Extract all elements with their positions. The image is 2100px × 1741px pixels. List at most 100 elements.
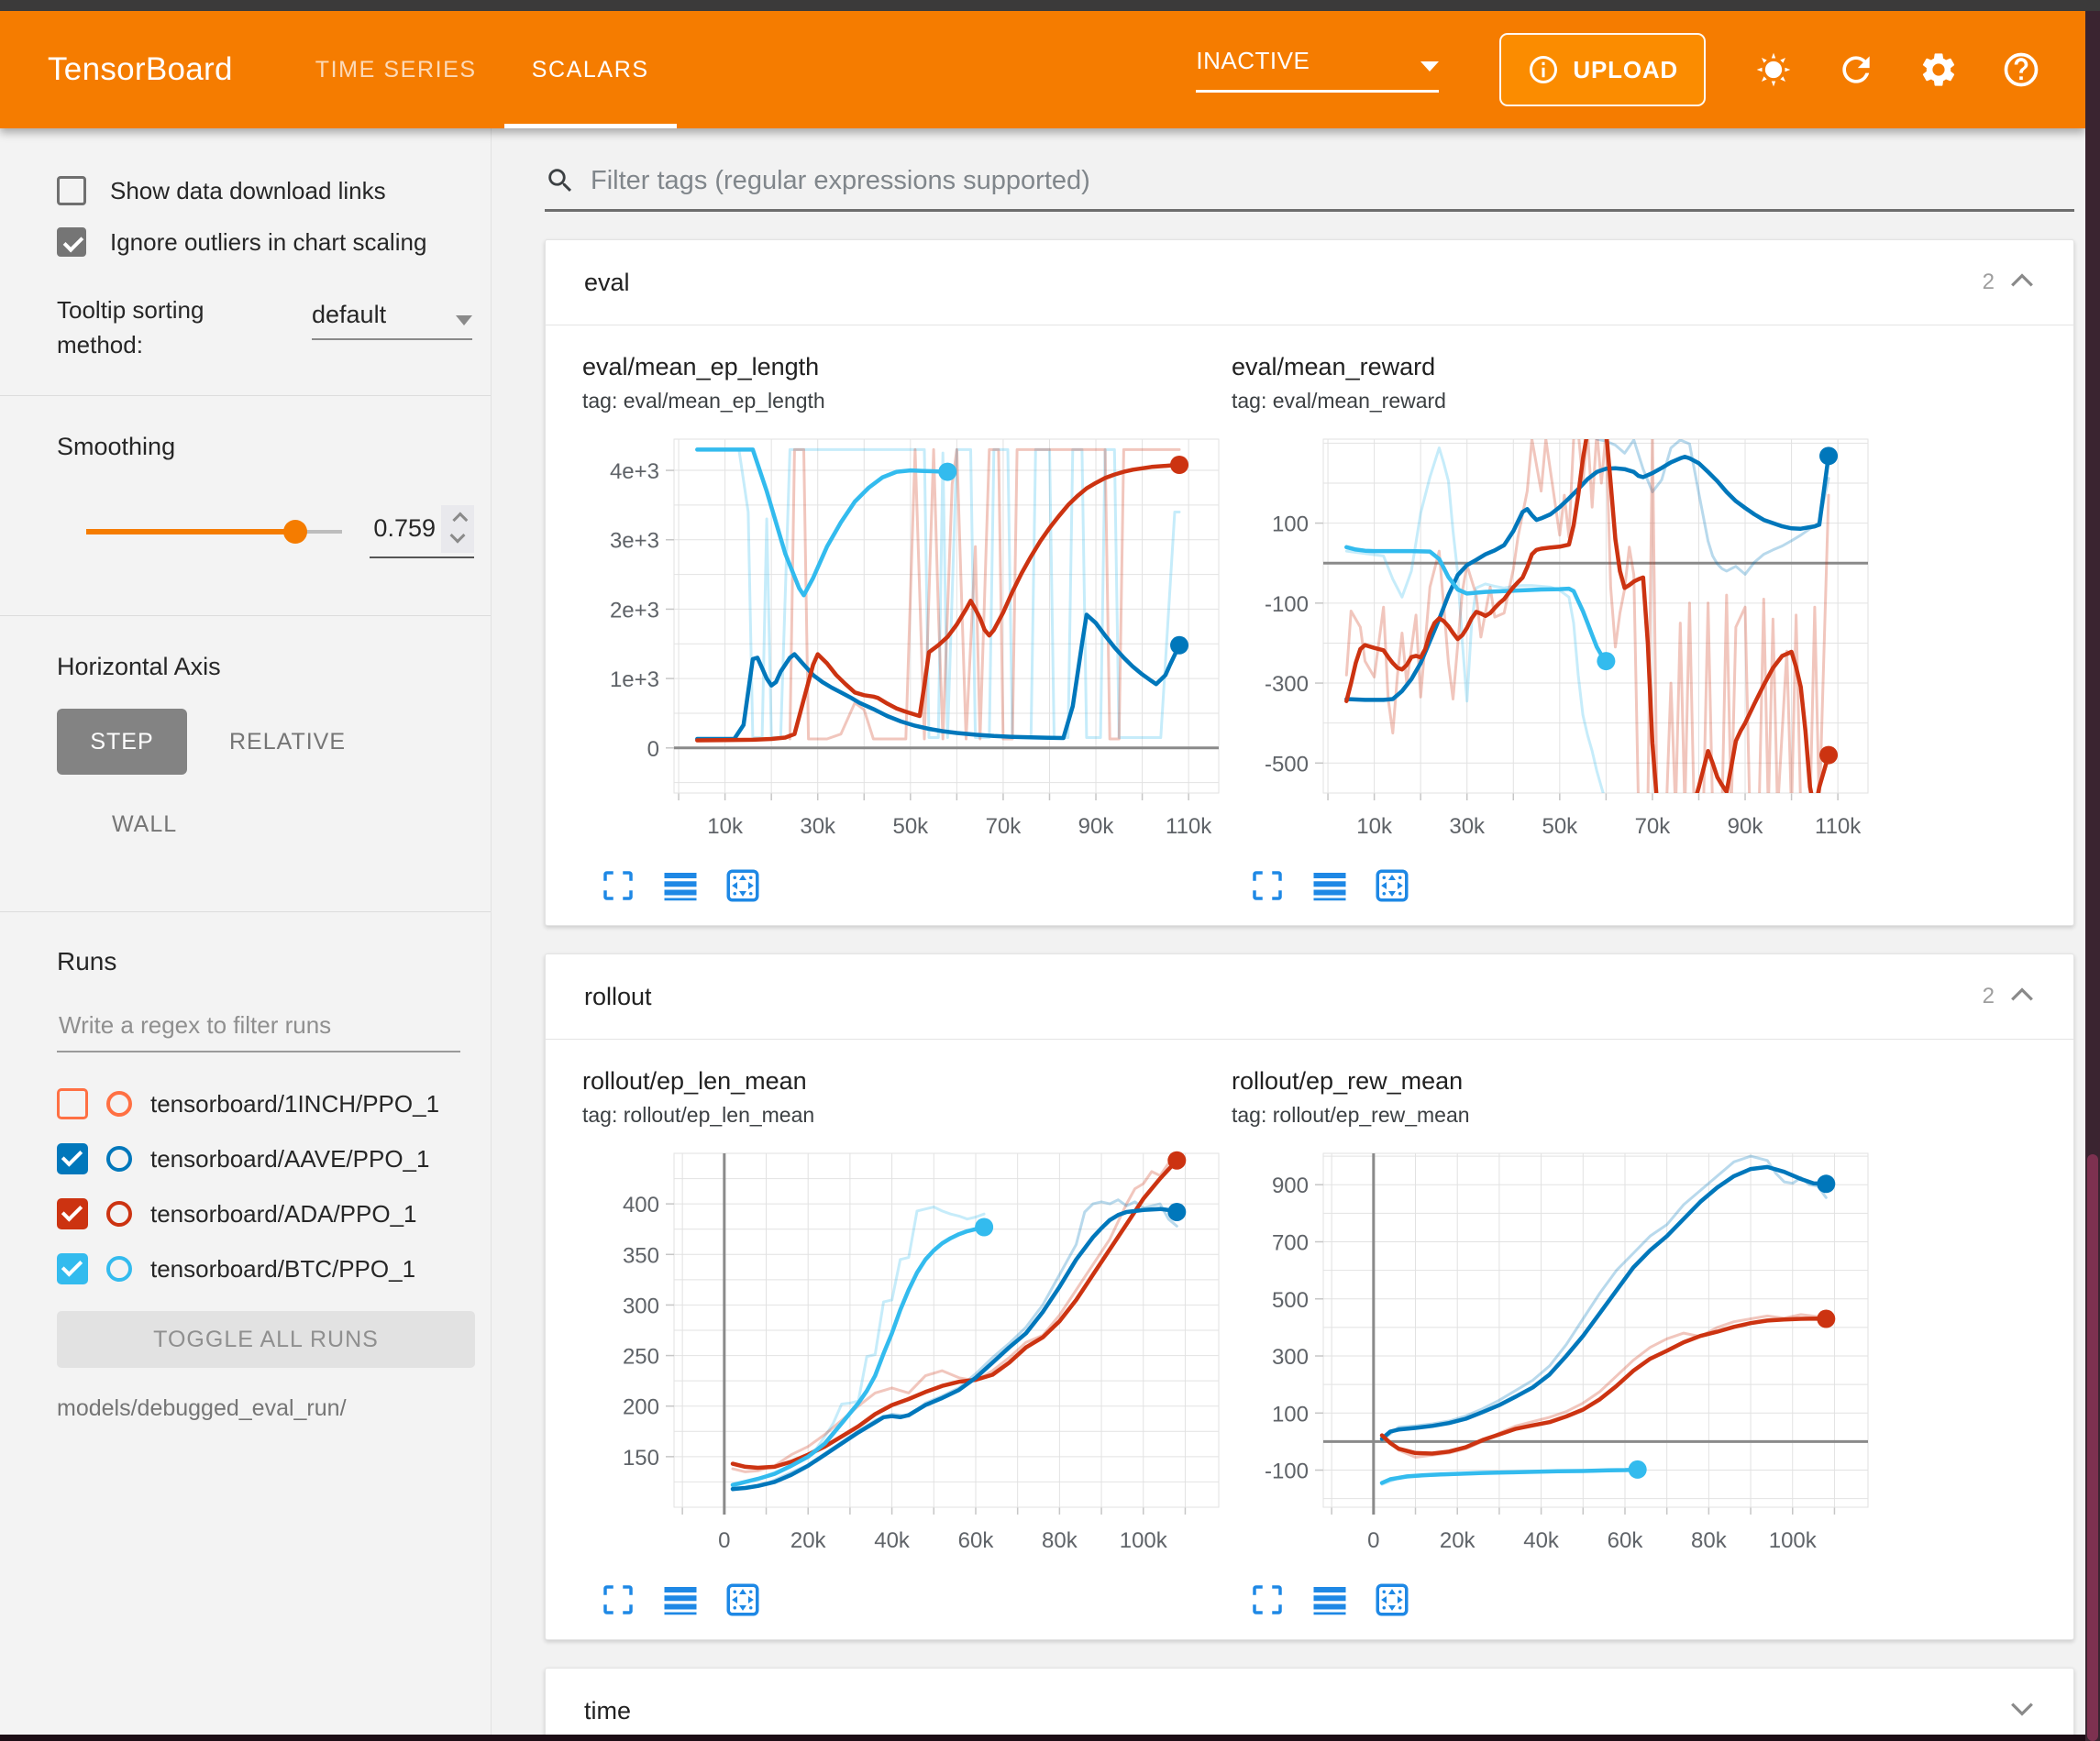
chart-title: eval/mean_reward <box>1232 353 1881 381</box>
smoothing-row: 0.759 <box>57 505 474 582</box>
chart-plot-rollout-ep-len-mean[interactable]: 150200250300350400020k40k60k80k100k <box>582 1140 1224 1575</box>
settings-icon[interactable] <box>1918 50 1959 90</box>
svg-text:-500: -500 <box>1265 752 1309 777</box>
fullscreen-icon[interactable] <box>1248 1581 1287 1619</box>
svg-text:110k: 110k <box>1166 814 1212 839</box>
section-count-badge: 2 <box>1983 270 1995 295</box>
smoothing-value-field[interactable]: 0.759 <box>370 505 474 558</box>
brightness-icon[interactable] <box>1753 50 1794 90</box>
svg-text:20k: 20k <box>1440 1528 1476 1553</box>
toggle-all-runs-button[interactable]: TOGGLE ALL RUNS <box>57 1311 475 1368</box>
svg-text:0: 0 <box>718 1528 730 1553</box>
chart-toolbar <box>1248 1581 1881 1619</box>
chevron-up-icon[interactable] <box>2009 986 2035 1008</box>
chart-toolbar <box>599 866 1232 905</box>
svg-text:500: 500 <box>1272 1288 1309 1313</box>
runs-selector-icon[interactable] <box>1310 1581 1349 1619</box>
tensorboard-window: TensorBoard TIME SERIES SCALARS INACTIVE… <box>0 0 2100 1741</box>
status-dropdown[interactable]: INACTIVE <box>1196 47 1439 93</box>
chart-plot-eval-mean-reward[interactable]: 100-100-300-50010k30k50k70k90k110k <box>1232 426 1873 861</box>
smoothing-slider[interactable] <box>86 520 342 544</box>
run-color-swatch[interactable] <box>106 1146 132 1172</box>
app-bar: TensorBoard TIME SERIES SCALARS INACTIVE… <box>0 11 2085 128</box>
section-header-time[interactable]: time <box>546 1669 2073 1741</box>
runs-selector-icon[interactable] <box>1310 866 1349 905</box>
run-checkbox[interactable] <box>57 1143 88 1174</box>
smoothing-stepper[interactable] <box>441 505 474 553</box>
fullscreen-icon[interactable] <box>599 866 637 905</box>
fit-data-icon[interactable] <box>724 866 762 905</box>
run-row: tensorboard/BTC/PPO_1 <box>57 1241 474 1296</box>
ignore-outliers-checkbox[interactable] <box>57 227 86 257</box>
help-icon[interactable] <box>2001 50 2041 90</box>
svg-text:70k: 70k <box>1635 814 1672 839</box>
svg-text:900: 900 <box>1272 1174 1309 1198</box>
section-title: eval <box>584 269 1983 297</box>
run-color-swatch[interactable] <box>106 1256 132 1282</box>
run-color-swatch[interactable] <box>106 1201 132 1227</box>
tab-time-series[interactable]: TIME SERIES <box>288 11 504 128</box>
scalar-chart-rollout-ep-rew-mean: rollout/ep_rew_meantag: rollout/ep_rew_m… <box>1232 1067 1881 1626</box>
settings-sidebar: Show data download links Ignore outliers… <box>0 128 492 1741</box>
section-charts-row: eval/mean_ep_lengthtag: eval/mean_ep_len… <box>546 325 2073 925</box>
chart-plot-eval-mean-ep-length[interactable]: 01e+32e+33e+34e+310k30k50k70k90k110k <box>582 426 1224 861</box>
tag-filter-input[interactable] <box>591 166 2074 196</box>
fit-data-icon[interactable] <box>1373 866 1411 905</box>
svg-text:100: 100 <box>1272 1402 1309 1427</box>
chevron-down-icon[interactable] <box>2009 1701 2035 1722</box>
upload-button[interactable]: UPLOAD <box>1499 33 1706 106</box>
tag-group-cards: eval2eval/mean_ep_lengthtag: eval/mean_e… <box>545 239 2074 1741</box>
run-checkbox[interactable] <box>57 1198 88 1229</box>
section-count-badge: 2 <box>1983 984 1995 1009</box>
chevron-up-icon[interactable] <box>2009 272 2035 293</box>
svg-text:4e+3: 4e+3 <box>610 459 659 484</box>
runs-selector-icon[interactable] <box>661 1581 700 1619</box>
run-checkbox[interactable] <box>57 1253 88 1284</box>
run-color-swatch[interactable] <box>106 1091 132 1117</box>
svg-text:0: 0 <box>647 737 659 762</box>
window-top-edge <box>0 0 2100 11</box>
tooltip-sorting-value: default <box>312 301 386 329</box>
run-label: tensorboard/BTC/PPO_1 <box>150 1255 415 1284</box>
tab-scalars[interactable]: SCALARS <box>504 11 677 128</box>
section-header-eval[interactable]: eval2 <box>546 240 2073 325</box>
horizontal-axis-label: Horizontal Axis <box>57 653 474 681</box>
chevron-down-icon <box>456 315 472 325</box>
sidebar-divider <box>0 395 491 396</box>
chart-title: rollout/ep_len_mean <box>582 1067 1232 1096</box>
chart-plot-rollout-ep-rew-mean[interactable]: -100100300500700900020k40k60k80k100k <box>1232 1140 1873 1575</box>
svg-text:3e+3: 3e+3 <box>610 529 659 554</box>
fit-data-icon[interactable] <box>1373 1581 1411 1619</box>
scrollbar-thumb[interactable] <box>2087 1154 2098 1741</box>
slider-thumb[interactable] <box>283 520 307 544</box>
page-scrollbar[interactable] <box>2085 11 2100 1741</box>
svg-text:10k: 10k <box>1356 814 1393 839</box>
section-title: time <box>584 1697 2009 1725</box>
run-label: tensorboard/1INCH/PPO_1 <box>150 1090 439 1118</box>
runs-selector-icon[interactable] <box>661 866 700 905</box>
svg-text:20k: 20k <box>790 1528 827 1553</box>
ignore-outliers-row: Ignore outliers in chart scaling <box>57 227 474 257</box>
axis-relative-button[interactable]: RELATIVE <box>229 729 346 755</box>
run-checkbox[interactable] <box>57 1088 88 1119</box>
fit-data-icon[interactable] <box>724 1581 762 1619</box>
svg-text:80k: 80k <box>1691 1528 1728 1553</box>
axis-step-button[interactable]: STEP <box>57 709 187 775</box>
svg-text:100: 100 <box>1272 512 1309 537</box>
svg-text:80k: 80k <box>1042 1528 1078 1553</box>
runs-filter-input[interactable] <box>57 1008 460 1052</box>
scalar-chart-eval-mean-reward: eval/mean_rewardtag: eval/mean_reward100… <box>1232 353 1881 912</box>
sidebar-divider <box>0 911 491 912</box>
show-download-links-checkbox[interactable] <box>57 176 86 205</box>
tag-filter-bar <box>545 165 2074 212</box>
svg-text:350: 350 <box>623 1243 659 1268</box>
refresh-icon[interactable] <box>1836 50 1876 90</box>
section-header-rollout[interactable]: rollout2 <box>546 954 2073 1039</box>
window-bottom-edge <box>0 1735 2085 1741</box>
fullscreen-icon[interactable] <box>599 1581 637 1619</box>
section-title: rollout <box>584 983 1983 1011</box>
axis-wall-button[interactable]: WALL <box>112 811 474 878</box>
fullscreen-icon[interactable] <box>1248 866 1287 905</box>
tooltip-sorting-dropdown[interactable]: default <box>312 301 472 340</box>
svg-text:50k: 50k <box>1542 814 1578 839</box>
